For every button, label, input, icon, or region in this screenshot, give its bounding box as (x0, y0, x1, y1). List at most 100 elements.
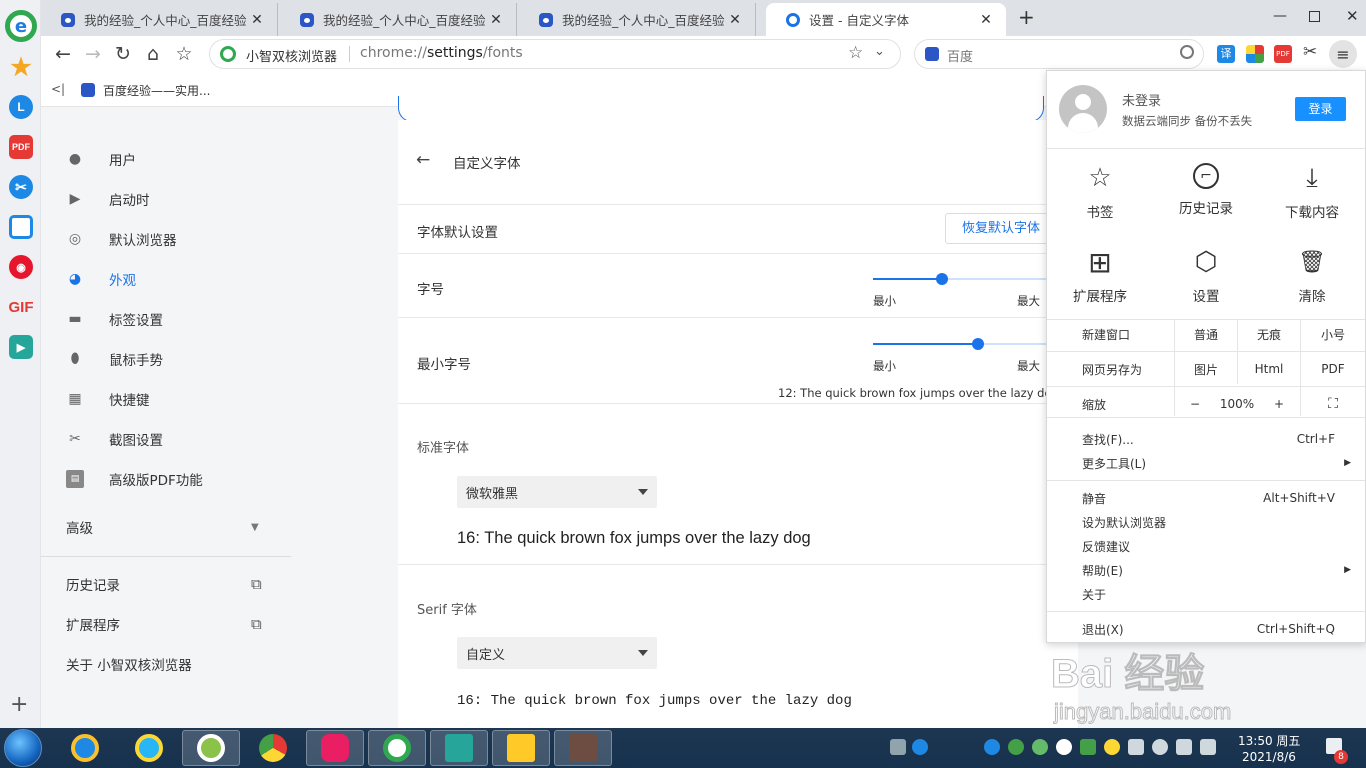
browser-logo-icon[interactable]: e (5, 10, 37, 42)
bookmark-item[interactable]: 百度经验——实用... (103, 82, 210, 99)
new-window-item[interactable]: 新建窗口 (1082, 326, 1130, 343)
menu-settings[interactable]: ⬡ 设置 (1153, 247, 1259, 305)
menu-more-tools[interactable]: 更多工具(L) ▶ (1047, 451, 1365, 475)
keyboard-tray-icon[interactable] (890, 739, 906, 755)
login-button[interactable]: 登录 (1295, 97, 1346, 121)
taskbar-browser2[interactable] (368, 730, 426, 766)
close-icon[interactable]: ✕ (488, 12, 504, 28)
weibo-icon[interactable]: ◉ (9, 255, 33, 279)
tab-3[interactable]: 我的经验_个人中心_百度经验 ✕ (519, 3, 756, 36)
nav-item-screenshot[interactable]: ✂ 截图设置 (41, 419, 291, 459)
bookmark-star-icon[interactable]: ☆ (172, 42, 196, 66)
tray-app-icon[interactable] (984, 739, 1000, 755)
save-as-html[interactable]: Html (1238, 362, 1300, 376)
nav-item-startup[interactable]: ▶ 启动时 (41, 179, 291, 219)
gif-app-icon[interactable]: GIF (9, 295, 34, 319)
nav-link-about[interactable]: 关于 小智双核浏览器 (41, 644, 291, 684)
nav-item-tabs[interactable]: ▬ 标签设置 (41, 299, 291, 339)
close-icon[interactable]: ✕ (978, 12, 994, 28)
save-as-item[interactable]: 网页另存为 (1082, 361, 1142, 378)
menu-find[interactable]: 查找(F)... Ctrl+F (1047, 427, 1365, 451)
nav-item-advanced[interactable]: 高级 ▼ (41, 507, 291, 547)
menu-exit[interactable]: 退出(X) Ctrl+Shift+Q (1047, 617, 1365, 641)
taskbar-editor[interactable] (430, 730, 488, 766)
scissors-app-icon[interactable]: ✂ (9, 175, 33, 199)
zoom-in-button[interactable]: + (1259, 397, 1299, 411)
address-bar[interactable]: 小智双核浏览器 chrome://settings/fonts ☆ ⌄ (209, 39, 901, 69)
security-tray-icon[interactable] (1080, 739, 1096, 755)
nav-item-pdf[interactable]: ▤ 高级版PDF功能 (41, 459, 291, 499)
nav-item-appearance[interactable]: ◕ 外观 (41, 259, 291, 299)
home-icon[interactable]: ⌂ (141, 42, 165, 66)
tab-settings[interactable]: 设置 - 自定义字体 ✕ (766, 3, 1006, 36)
translate-icon[interactable]: 译 (1217, 45, 1235, 63)
menu-about[interactable]: 关于 (1047, 582, 1365, 606)
save-as-image[interactable]: 图片 (1175, 361, 1237, 378)
fullscreen-icon[interactable]: ⛶ (1301, 396, 1365, 412)
taskbar-ie2[interactable] (120, 730, 178, 766)
add-app-icon[interactable]: + (10, 692, 28, 717)
qq-tray-icon[interactable] (1056, 739, 1072, 755)
url-text[interactable]: chrome://settings/fonts (360, 45, 523, 61)
minimize-button[interactable]: — (1273, 8, 1287, 24)
nav-item-user[interactable]: ● 用户 (41, 139, 291, 179)
tray-app-icon[interactable] (1008, 739, 1024, 755)
menu-clear[interactable]: 🗑 清除 (1259, 247, 1365, 306)
apps-grid-icon[interactable] (1246, 45, 1264, 63)
menu-help[interactable]: 帮助(E) ▶ (1047, 558, 1365, 582)
bookmark-page-icon[interactable]: ☆ (848, 43, 863, 63)
nav-item-default-browser[interactable]: ◎ 默认浏览器 (41, 219, 291, 259)
nav-link-history[interactable]: 历史记录 ⧉ (41, 564, 291, 604)
help-tray-icon[interactable] (912, 739, 928, 755)
avatar[interactable] (1059, 85, 1107, 133)
wechat-tray-icon[interactable] (1032, 739, 1048, 755)
back-arrow-icon[interactable]: ← (416, 150, 430, 170)
menu-set-default[interactable]: 设为默认浏览器 (1047, 510, 1365, 534)
tray-app-icon[interactable] (1200, 739, 1216, 755)
favorites-star-icon[interactable]: ★ (9, 54, 33, 81)
slider-knob[interactable] (936, 273, 949, 285)
clock-date[interactable]: 2021/8/6 (1242, 750, 1296, 764)
network-icon[interactable] (1176, 739, 1192, 755)
menu-mute[interactable]: 静音 Alt+Shift+V (1047, 486, 1365, 510)
new-window-alt[interactable]: 小号 (1301, 326, 1365, 343)
clock-time[interactable]: 13:50 周五 (1238, 732, 1300, 749)
start-button[interactable] (4, 729, 42, 767)
reload-icon[interactable]: ↻ (111, 42, 135, 66)
new-window-incognito[interactable]: 无痕 (1238, 326, 1300, 343)
taskbar-browser1[interactable] (182, 730, 240, 766)
new-window-normal[interactable]: 普通 (1175, 326, 1237, 343)
zoom-out-button[interactable]: − (1175, 397, 1215, 411)
menu-button[interactable]: ≡ (1329, 40, 1357, 68)
new-tab-button[interactable]: + (1018, 5, 1035, 29)
tray-app-icon[interactable] (1128, 739, 1144, 755)
screenshot-scissors-icon[interactable]: ✂ (1303, 42, 1317, 62)
pdf-tool-icon[interactable]: PDF (1274, 45, 1292, 63)
taskbar-photo[interactable] (554, 730, 612, 766)
video-app-icon[interactable]: ▶ (9, 335, 33, 359)
nav-item-mouse-gesture[interactable]: ⬮ 鼠标手势 (41, 339, 291, 379)
taskbar-ie[interactable] (56, 730, 114, 766)
menu-bookmarks[interactable]: ☆ 书签 (1047, 163, 1153, 221)
maximize-button[interactable] (1309, 11, 1320, 22)
pdf-app-icon[interactable]: PDF (9, 135, 33, 159)
serif-font-select[interactable]: 自定义 (457, 637, 657, 669)
tray-app-icon[interactable] (1104, 739, 1120, 755)
forward-icon[interactable]: → (81, 42, 105, 66)
close-icon[interactable]: ✕ (727, 12, 743, 28)
standard-font-select[interactable]: 微软雅黑 (457, 476, 657, 508)
close-icon[interactable]: ✕ (249, 12, 265, 28)
tab-2[interactable]: 我的经验_个人中心_百度经验 ✕ (280, 3, 517, 36)
chevron-down-icon[interactable]: ⌄ (874, 44, 885, 59)
taskbar-app-pink[interactable] (306, 730, 364, 766)
volume-icon[interactable] (1152, 739, 1168, 755)
slider-knob[interactable] (972, 338, 984, 350)
qr-app-icon[interactable] (9, 215, 33, 239)
menu-history[interactable]: ⌐ 历史记录 (1153, 163, 1259, 217)
close-window-button[interactable]: ✕ (1346, 7, 1359, 25)
sidebar-toggle-icon[interactable]: <| (51, 82, 65, 96)
menu-extensions[interactable]: ⊞ 扩展程序 (1047, 246, 1153, 306)
nav-item-shortcuts[interactable]: ▦ 快捷键 (41, 379, 291, 419)
l-app-icon[interactable]: L (9, 95, 33, 119)
taskbar-explorer[interactable] (492, 730, 550, 766)
